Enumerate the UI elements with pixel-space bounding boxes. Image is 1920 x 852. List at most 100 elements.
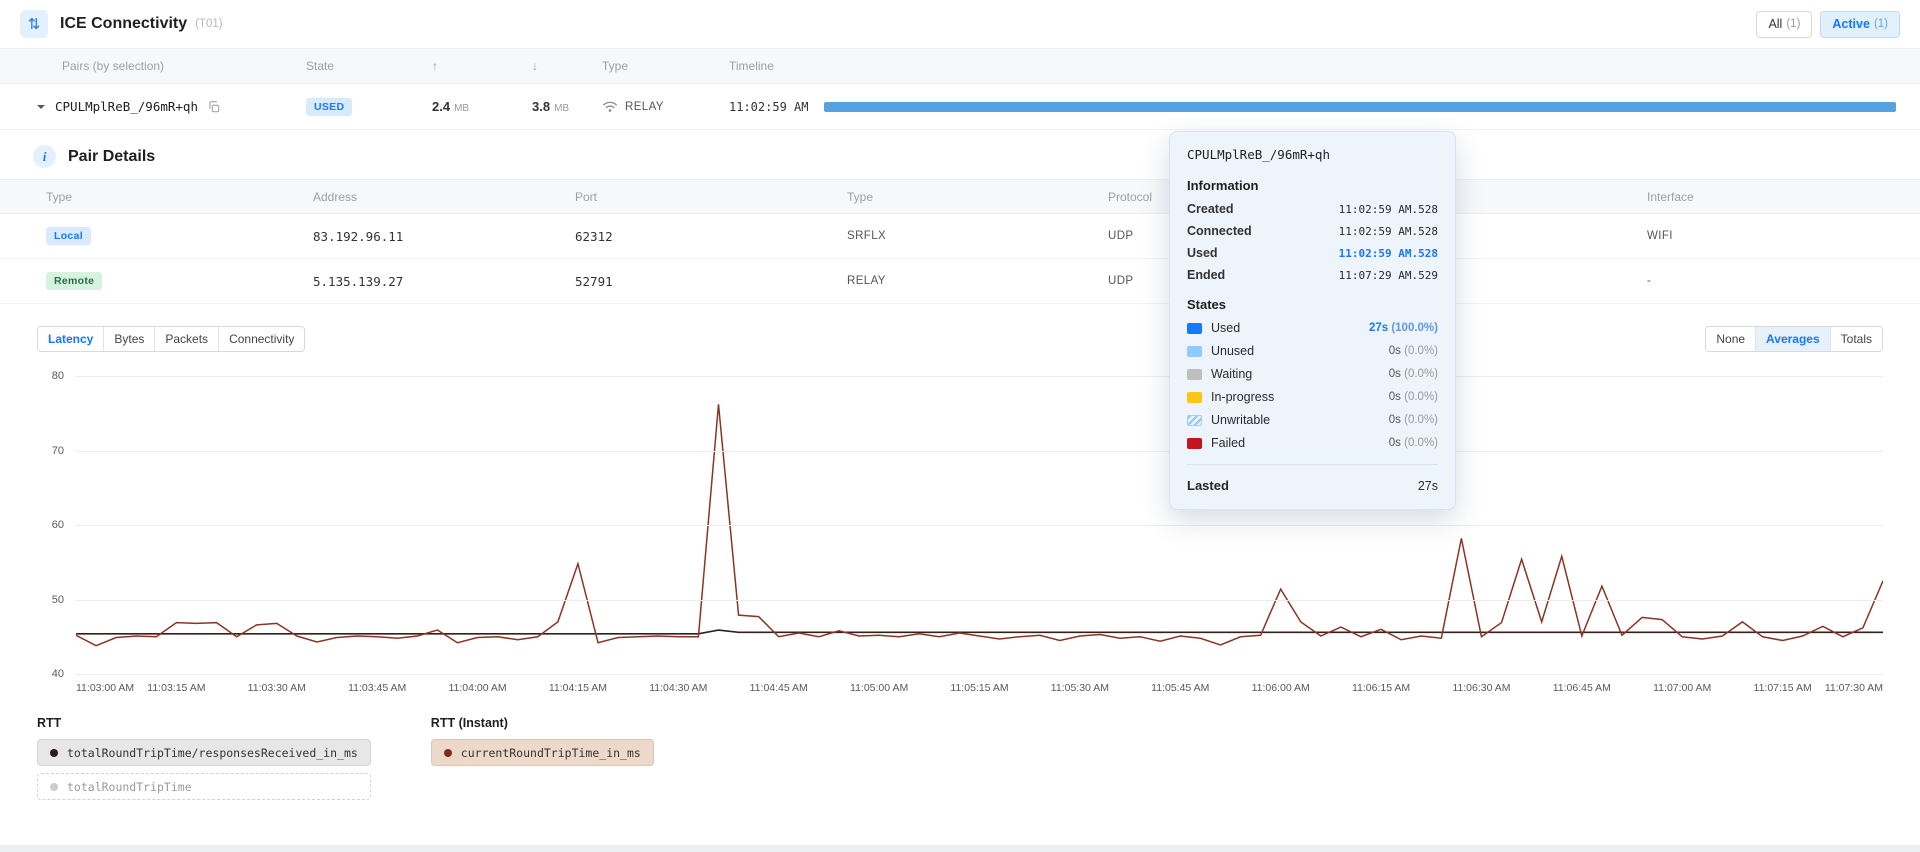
legend-item-total-rtt[interactable]: totalRoundTripTime <box>37 773 371 800</box>
info-row-created: Created 11:02:59 AM.528 <box>1187 202 1438 216</box>
pair-details-title: Pair Details <box>68 148 155 166</box>
filter-active-button[interactable]: Active (1) <box>1820 11 1900 38</box>
pair-state-cell: USED <box>306 98 432 116</box>
info-value: 11:07:29 AM.529 <box>1339 269 1438 282</box>
state-percent: (0.0%) <box>1404 437 1438 449</box>
col-cand-type: Type <box>847 190 1108 204</box>
y-axis-tick-label: 40 <box>52 668 64 680</box>
x-axis-tick-label: 11:05:15 AM <box>950 682 1008 694</box>
remote-port: 52791 <box>575 274 847 289</box>
gridline <box>76 376 1883 377</box>
info-value: 11:02:59 AM.528 <box>1339 203 1438 216</box>
info-label: Used <box>1187 246 1218 260</box>
state-duration: 0s <box>1389 368 1401 380</box>
info-icon: i <box>33 145 56 168</box>
lasted-label: Lasted <box>1187 478 1229 493</box>
col-timeline: Timeline <box>729 59 1896 73</box>
x-axis-tick-label: 11:05:00 AM <box>850 682 908 694</box>
header-filters: All (1) Active (1) <box>1756 11 1900 38</box>
state-label: Waiting <box>1211 367 1252 381</box>
legend-item-label: currentRoundTripTime_in_ms <box>461 746 641 760</box>
view-averages[interactable]: Averages <box>1756 327 1831 351</box>
state-percent: (0.0%) <box>1404 414 1438 426</box>
bytes-received-unit: MB <box>554 103 569 114</box>
tab-latency[interactable]: Latency <box>38 327 104 351</box>
col-type: Type <box>602 59 729 73</box>
download-arrow-icon: ↓ <box>532 59 602 73</box>
x-axis-tick-label: 11:06:15 AM <box>1352 682 1410 694</box>
bytes-received-value: 3.8 <box>532 99 550 114</box>
remote-candidate-type: RELAY <box>847 275 1108 287</box>
timeline-used-bar[interactable] <box>824 102 1896 112</box>
bytes-sent-cell: 2.4 MB <box>432 99 532 114</box>
x-axis-tick-label: 11:06:00 AM <box>1252 682 1310 694</box>
info-label: Created <box>1187 202 1234 216</box>
legend-item-total-rtt-per-response[interactable]: totalRoundTripTime/responsesReceived_in_… <box>37 739 371 766</box>
local-interface: WIFI <box>1647 230 1896 242</box>
pair-name-cell[interactable]: CPULMplReB_/96mR+qh <box>36 99 306 114</box>
wifi-icon <box>602 100 618 113</box>
legend-item-label: totalRoundTripTime <box>67 780 192 794</box>
state-duration: 0s <box>1389 391 1401 403</box>
state-duration: 0s <box>1389 345 1401 357</box>
tab-connectivity[interactable]: Connectivity <box>219 327 304 351</box>
x-axis-tick-label: 11:04:00 AM <box>448 682 506 694</box>
y-axis-tick-label: 60 <box>52 519 64 531</box>
legend-group-rtt: RTT totalRoundTripTime/responsesReceived… <box>37 716 371 807</box>
remote-address: 5.135.139.27 <box>313 274 575 289</box>
state-row-unwritable: Unwritable 0s (0.0%) <box>1187 413 1438 427</box>
state-row-unused: Unused 0s (0.0%) <box>1187 344 1438 358</box>
legend-item-current-rtt[interactable]: currentRoundTripTime_in_ms <box>431 739 654 766</box>
view-totals[interactable]: Totals <box>1831 327 1882 351</box>
state-label: Failed <box>1211 436 1245 450</box>
chart-view-toggle: None Averages Totals <box>1705 326 1883 352</box>
state-label: Unwritable <box>1211 413 1270 427</box>
view-none[interactable]: None <box>1706 327 1756 351</box>
popup-pair-name: CPULMplReB_/96mR+qh <box>1187 147 1438 162</box>
timeline-start-time: 11:02:59 AM <box>729 100 808 114</box>
info-value: 11:02:59 AM.528 <box>1339 225 1438 238</box>
x-axis-tick-label: 11:03:30 AM <box>248 682 306 694</box>
remote-interface: - <box>1647 275 1896 287</box>
header: ⇅ ICE Connectivity (T01) All (1) Active … <box>0 0 1920 48</box>
x-axis-tick-label: 11:03:00 AM <box>76 682 134 694</box>
legend-rtt-items: totalRoundTripTime/responsesReceived_in_… <box>37 739 371 800</box>
copy-icon[interactable] <box>207 100 221 114</box>
expand-caret-icon[interactable] <box>36 102 46 112</box>
x-axis-tick-label: 11:03:45 AM <box>348 682 406 694</box>
legend-group-rtt-title: RTT <box>37 716 371 730</box>
state-label: Used <box>1211 321 1240 335</box>
lasted-row: Lasted 27s <box>1187 464 1438 493</box>
local-address: 83.192.96.11 <box>313 229 575 244</box>
x-axis-tick-label: 11:03:15 AM <box>147 682 205 694</box>
timeline-cell: 11:02:59 AM <box>729 100 1896 114</box>
bytes-sent-value: 2.4 <box>432 99 450 114</box>
x-axis-tick-label: 11:07:00 AM <box>1653 682 1711 694</box>
bytes-received-cell: 3.8 MB <box>532 99 602 114</box>
lasted-value: 27s <box>1418 479 1438 493</box>
page-tag: (T01) <box>195 18 222 30</box>
y-axis-tick-label: 70 <box>52 445 64 457</box>
tab-bytes[interactable]: Bytes <box>104 327 155 351</box>
remote-badge: Remote <box>46 272 102 290</box>
state-badge: USED <box>306 98 352 116</box>
pair-row[interactable]: CPULMplReB_/96mR+qh USED 2.4 MB 3.8 MB R… <box>0 84 1920 130</box>
state-color-chip <box>1187 369 1202 380</box>
sort-toggle-button[interactable]: ⇅ <box>20 10 48 38</box>
legend-group-rtt-instant: RTT (Instant) currentRoundTripTime_in_ms <box>431 716 654 773</box>
states-heading: States <box>1187 297 1438 312</box>
pair-tooltip-popup: CPULMplReB_/96mR+qh Information Created … <box>1169 131 1456 510</box>
gridline <box>76 600 1883 601</box>
legend-group-rtt-instant-title: RTT (Instant) <box>431 716 654 730</box>
y-axis-tick-label: 80 <box>52 370 64 382</box>
state-label: Unused <box>1211 344 1254 358</box>
state-duration: 0s <box>1389 437 1401 449</box>
filter-all-button[interactable]: All (1) <box>1756 11 1812 38</box>
tab-packets[interactable]: Packets <box>155 327 219 351</box>
series-dot <box>50 783 58 791</box>
state-percent: (0.0%) <box>1404 391 1438 403</box>
pairs-table-header: Pairs (by selection) State ↑ ↓ Type Time… <box>0 48 1920 84</box>
local-port: 62312 <box>575 229 847 244</box>
chart-plot[interactable]: 8070605040 <box>76 376 1883 674</box>
x-axis-tick-label: 11:05:30 AM <box>1051 682 1109 694</box>
